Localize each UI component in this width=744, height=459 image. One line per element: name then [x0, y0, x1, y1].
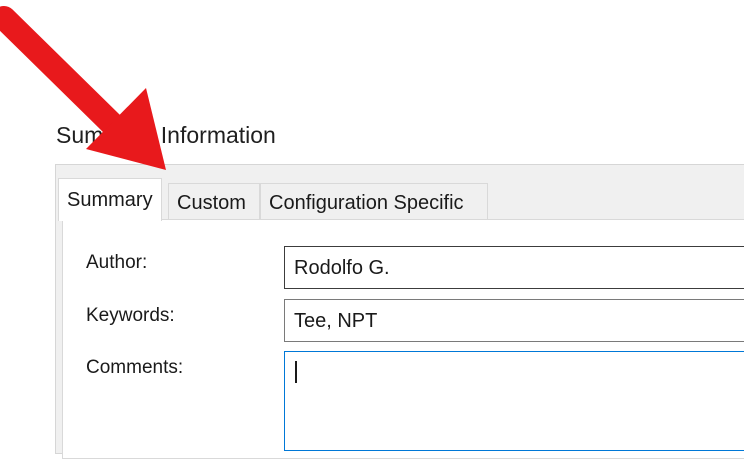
comments-field[interactable]	[284, 351, 744, 451]
author-field[interactable]: Rodolfo G.	[284, 246, 744, 289]
keywords-label: Keywords:	[86, 305, 175, 326]
keywords-value: Tee, NPT	[294, 310, 378, 332]
tab-configuration-specific[interactable]: Configuration Specific	[260, 183, 488, 219]
tab-summary[interactable]: Summary	[58, 178, 162, 221]
comments-label: Comments:	[86, 357, 184, 378]
author-value: Rodolfo G.	[294, 257, 390, 279]
author-label: Author:	[86, 252, 148, 273]
dialog-title: Summary Information	[56, 122, 276, 148]
tab-custom[interactable]: Custom	[168, 183, 260, 219]
text-caret	[295, 361, 297, 383]
keywords-field[interactable]: Tee, NPT	[284, 299, 744, 342]
